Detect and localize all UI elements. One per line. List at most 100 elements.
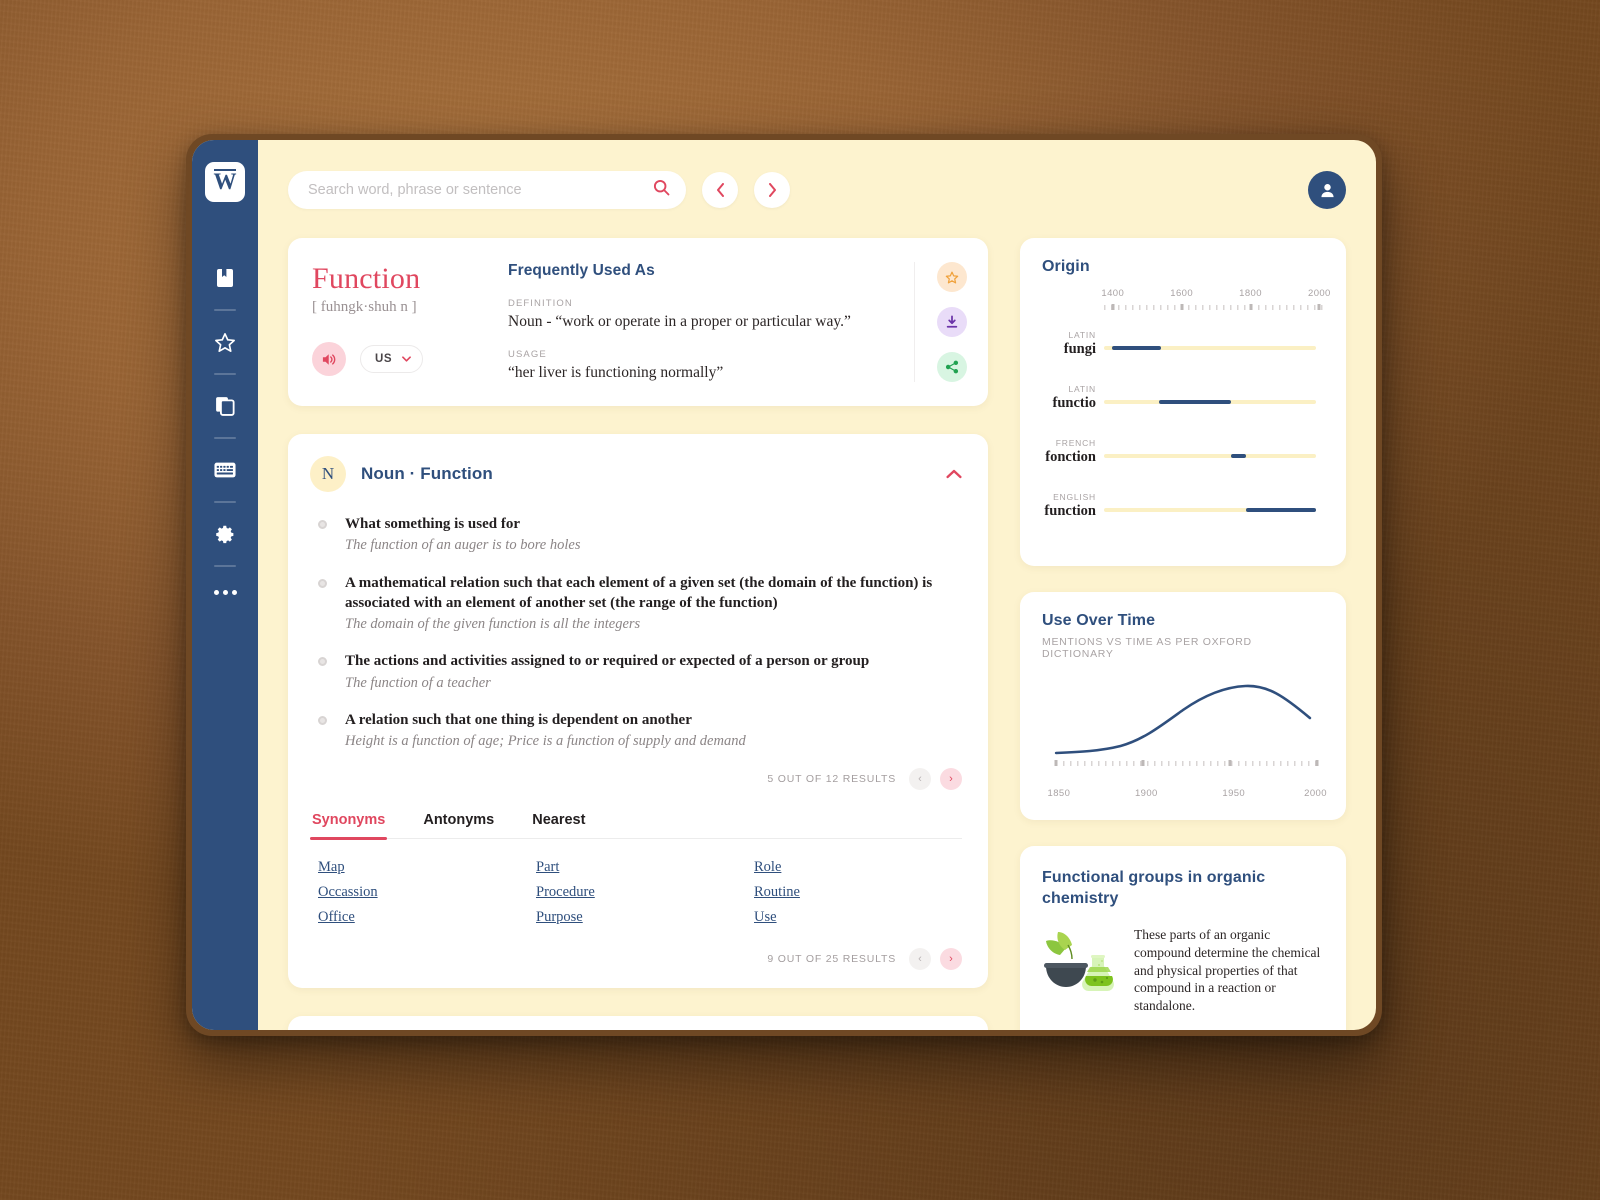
definition-example: The function of an auger is to bore hole…	[345, 537, 581, 554]
share-button[interactable]	[936, 352, 967, 382]
sidebar-item-bookmark[interactable]	[192, 254, 258, 302]
tab-nearest[interactable]: Nearest	[530, 806, 587, 838]
axis-major-tick	[1317, 304, 1321, 310]
phonetic-spelling: [ fuhngk·shuh n ]	[312, 299, 417, 315]
sidebar-item-more[interactable]	[213, 590, 237, 595]
definition-value: Noun - “work or operate in a proper or p…	[508, 313, 851, 330]
axis-major-tick	[1180, 304, 1184, 310]
synonym-link[interactable]: Part	[536, 859, 744, 876]
noun-section-card: N Noun · Function What something is used…	[288, 434, 988, 989]
origin-track	[1104, 400, 1316, 404]
synonym-link[interactable]: Purpose	[536, 909, 744, 926]
synonym-link[interactable]: Role	[754, 859, 962, 876]
origin-fill	[1112, 346, 1161, 350]
star-icon[interactable]	[208, 325, 242, 359]
bullet-icon	[318, 520, 327, 529]
synonym-link[interactable]: Routine	[754, 884, 962, 901]
synonyms-results-count: 9 OUT OF 25 RESULTS	[767, 953, 896, 966]
sidebar-item-favourites[interactable]	[192, 318, 258, 366]
definitions-prev-button[interactable]: ‹	[909, 768, 931, 791]
avatar[interactable]	[1308, 171, 1346, 209]
origin-title: Origin	[1042, 258, 1090, 275]
origin-track	[1104, 346, 1316, 350]
logo-letter: W	[213, 169, 237, 194]
synonym-link[interactable]: Occassion	[318, 884, 526, 901]
tab-synonyms[interactable]: Synonyms	[310, 806, 388, 841]
origin-tick: 2000	[1308, 288, 1331, 299]
synonym-link[interactable]: Map	[318, 859, 526, 876]
definitions-next-button[interactable]: ›	[940, 768, 962, 791]
origin-card: Origin 1400 1600 1800 2000 LATIN fungi L…	[1020, 238, 1346, 566]
content-area: Function [ fuhngk·shuh n ]	[258, 140, 1376, 1030]
axis-major-tick	[1111, 304, 1115, 310]
definitions-results-count: 5 OUT OF 12 RESULTS	[767, 773, 896, 786]
thesaurus-tabs: Synonyms Antonyms Nearest	[310, 806, 962, 841]
definition-label: DEFINITION	[508, 298, 573, 309]
play-pronunciation-button[interactable]	[312, 342, 346, 376]
left-column: Function [ fuhngk·shuh n ] US Frequently…	[288, 238, 988, 1030]
axis-major-tick	[1054, 760, 1058, 766]
definition-text-group: What something is used for The function …	[345, 514, 962, 556]
definition-example: The function of a teacher	[345, 674, 491, 691]
history-forward-button[interactable]	[754, 172, 790, 208]
download-button[interactable]	[936, 307, 967, 337]
accent-select[interactable]: US	[360, 345, 424, 373]
tab-antonyms[interactable]: Antonyms	[421, 806, 496, 838]
app-screen: W Search word, phrase or sentence Functi…	[192, 140, 1376, 1030]
noun-section-header[interactable]: N Noun · Function	[310, 456, 962, 492]
definition-item: What something is used for The function …	[318, 514, 962, 556]
synonym-link[interactable]: Procedure	[536, 884, 744, 901]
origin-word: function	[1044, 503, 1096, 519]
sidebar-item-keyboard[interactable]	[192, 446, 258, 494]
sidebar-item-settings[interactable]	[192, 510, 258, 558]
gear-icon[interactable]	[208, 517, 242, 551]
search-icon[interactable]	[653, 179, 670, 201]
origin-word: fungi	[1063, 341, 1096, 357]
axis-major-tick	[1141, 760, 1145, 766]
search-input[interactable]	[308, 182, 653, 198]
synonym-link[interactable]: Office	[318, 909, 526, 926]
origin-tick: 1800	[1239, 288, 1262, 299]
copy-icon[interactable]	[208, 389, 242, 423]
right-column: Origin 1400 1600 1800 2000 LATIN fungi L…	[1020, 238, 1346, 1030]
keyboard-icon[interactable]	[208, 453, 242, 487]
origin-row: LATIN fungi	[1042, 328, 1324, 382]
logo-book-bar	[214, 169, 236, 171]
use-over-time-card: Use Over Time MENTIONS VS TIME AS PER OX…	[1020, 592, 1346, 820]
dot	[213, 590, 219, 595]
sidebar: W	[192, 140, 258, 1030]
origin-track	[1104, 454, 1316, 458]
article-body: These parts of an organic compound deter…	[1042, 926, 1324, 1030]
word-action-buttons	[914, 262, 988, 382]
synonyms-pagination: 9 OUT OF 25 RESULTS ‹ ›	[310, 948, 962, 971]
definition-main: The actions and activities assigned to o…	[345, 653, 870, 670]
origin-fill	[1159, 400, 1231, 404]
uot-tick: 1900	[1134, 788, 1158, 799]
pos-badge: N	[310, 456, 346, 492]
synonym-grid: Map Part Role Occassion Procedure Routin…	[310, 859, 962, 926]
origin-row-labels: LATIN functio	[1042, 384, 1097, 412]
bookmark-icon[interactable]	[208, 261, 242, 295]
history-back-button[interactable]	[702, 172, 738, 208]
use-over-time-axis: 1850 1900 1950 2000	[1042, 788, 1327, 804]
verb-section-card[interactable]: V Verb · Function	[288, 1016, 988, 1030]
word-identity: Function [ fuhngk·shuh n ] US	[312, 262, 508, 382]
synonyms-next-button[interactable]: ›	[940, 948, 962, 971]
axis-major-tick	[1315, 760, 1319, 766]
usage-block: USAGE “her liver is functioning normally…	[508, 349, 896, 382]
origin-tick-rail	[1104, 304, 1324, 310]
article-paragraph: These parts of an organic compound deter…	[1134, 926, 1321, 1014]
sidebar-divider	[214, 565, 236, 567]
definition-item: A mathematical relation such that each e…	[318, 573, 962, 635]
synonym-link[interactable]: Use	[754, 909, 962, 926]
synonyms-prev-button[interactable]: ‹	[909, 948, 931, 971]
origin-row-labels: ENGLISH function	[1042, 492, 1096, 520]
bookmark-star-button[interactable]	[936, 262, 967, 292]
collapse-noun-button[interactable]	[946, 469, 962, 479]
article-text: These parts of an organic compound deter…	[1134, 926, 1324, 1030]
origin-language: ENGLISH	[1053, 492, 1096, 502]
search-box[interactable]	[288, 171, 686, 209]
sidebar-item-copy[interactable]	[192, 382, 258, 430]
uot-tick: 1950	[1222, 788, 1246, 799]
app-logo[interactable]: W	[205, 162, 245, 202]
